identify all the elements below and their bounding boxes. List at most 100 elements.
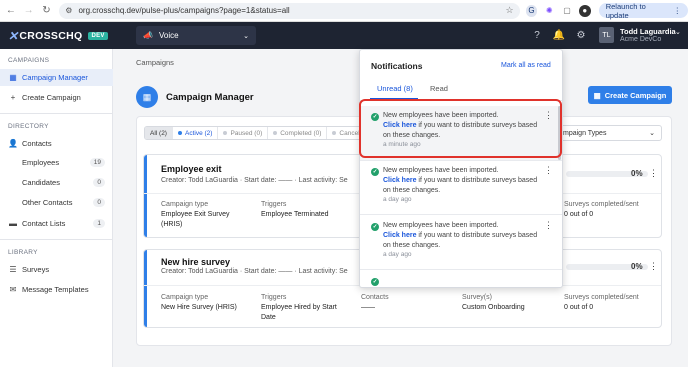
filter-active[interactable]: Active (2) xyxy=(173,127,219,139)
filter-paused[interactable]: Paused (0) xyxy=(218,127,269,139)
breadcrumb[interactable]: Campaigns xyxy=(136,58,174,67)
sidebar-item-label: Campaign Manager xyxy=(22,73,88,82)
create-campaign-label: Create Campaign xyxy=(604,90,667,100)
progress-percent: 0% xyxy=(631,262,643,271)
url-text: org.crosschq.dev/pulse-plus/campaigns?pa… xyxy=(78,6,290,15)
filter-label: Active (2) xyxy=(184,129,213,137)
sidebar-item-message-templates[interactable]: ✉ Message Templates xyxy=(0,281,113,298)
notification-time: a day ago xyxy=(383,251,412,258)
more-options-icon[interactable]: ⋮ xyxy=(544,165,553,176)
gear-icon[interactable]: ⚙ xyxy=(575,29,587,41)
section-title-library: LIBRARY xyxy=(8,249,38,256)
sidebar-item-create-campaign[interactable]: + Create Campaign xyxy=(0,89,113,106)
extension-puzzle-icon[interactable]: ✺ xyxy=(543,5,555,17)
help-icon[interactable]: ? xyxy=(531,29,543,41)
relaunch-label: Relaunch to update xyxy=(605,1,646,20)
notifications-title: Notifications xyxy=(371,61,423,71)
chevron-down-icon[interactable]: ⌄ xyxy=(675,28,681,36)
click-here-link[interactable]: Click here xyxy=(383,177,416,184)
count-badge: 0 xyxy=(93,198,105,207)
completed-header: Surveys completed/sent xyxy=(564,294,639,301)
campaign-meta: Creator: Todd LaGuardia · Start date: ——… xyxy=(161,177,348,184)
sidebar-item-label: Contacts xyxy=(22,139,52,148)
product-selector[interactable]: 📣 Voice ⌄ xyxy=(136,26,256,45)
status-dot xyxy=(177,131,182,135)
address-bar[interactable]: ⚙ org.crosschq.dev/pulse-plus/campaigns?… xyxy=(59,2,520,19)
extensions-icon[interactable]: ▢ xyxy=(561,5,573,17)
notification-item[interactable]: ✓ xyxy=(360,271,562,287)
status-filter: All (2) Active (2) Paused (0) Completed … xyxy=(144,126,371,140)
relaunch-button[interactable]: Relaunch to update ⋮ xyxy=(598,1,688,20)
sidebar-item-contacts[interactable]: 👤 Contacts xyxy=(0,135,113,152)
sidebar-item-label: Create Campaign xyxy=(22,93,81,102)
campaign-name[interactable]: Employee exit xyxy=(161,164,222,174)
list-icon: ☰ xyxy=(9,265,17,274)
filter-label: Completed (0) xyxy=(280,129,322,137)
click-here-link[interactable]: Click here xyxy=(383,232,416,239)
bookmark-star-icon[interactable]: ☆ xyxy=(505,5,513,16)
campaign-type-value: New Hire Survey (HRIS) xyxy=(161,304,237,311)
contacts-header: Contacts xyxy=(361,294,389,301)
calendar-icon: ▦ xyxy=(136,86,158,108)
status-dot xyxy=(273,131,278,135)
sidebar-item-surveys[interactable]: ☰ Surveys xyxy=(0,261,113,278)
section-title-campaigns: CAMPAIGNS xyxy=(8,57,50,64)
surveys-value: Custom Onboarding xyxy=(462,304,525,311)
campaign-type-select[interactable]: mpaign Types ⌄ xyxy=(556,125,662,141)
notification-item[interactable]: ✓ New employees have been imported. Clic… xyxy=(360,216,562,270)
reload-icon[interactable]: ↻ xyxy=(40,4,54,18)
completed-value: 0 out of 0 xyxy=(564,211,594,218)
megaphone-icon: 📣 xyxy=(143,31,153,40)
tab-read[interactable]: Read xyxy=(430,84,448,93)
campaign-type-value: Employee Exit Survey (HRIS) xyxy=(161,211,230,228)
divider xyxy=(360,269,562,270)
status-dot xyxy=(223,131,228,135)
check-circle-icon: ✓ xyxy=(371,168,379,176)
chevron-down-icon: ⌄ xyxy=(243,32,249,40)
extension-icon[interactable]: G xyxy=(525,4,538,17)
profile-avatar-icon[interactable]: ● xyxy=(578,4,591,17)
triggers-value: Employee Terminated xyxy=(261,211,329,218)
more-options-icon[interactable]: ⋮ xyxy=(649,168,658,179)
count-badge: 19 xyxy=(89,158,105,167)
sidebar-item-employees[interactable]: Employees 19 xyxy=(0,154,113,171)
sidebar-item-other-contacts[interactable]: Other Contacts 0 xyxy=(0,194,113,211)
sidebar-item-label: Candidates xyxy=(22,178,60,187)
creator: Creator: Todd LaGuardia xyxy=(161,177,238,184)
browser-toolbar: ← → ↻ ⚙ org.crosschq.dev/pulse-plus/camp… xyxy=(0,0,688,22)
browser-menu-icon[interactable]: ⋮ xyxy=(674,6,682,15)
campaign-icon: ▦ xyxy=(9,73,17,82)
campaign-type-header: Campaign type xyxy=(161,294,209,301)
forward-icon[interactable]: → xyxy=(22,4,36,18)
create-campaign-button[interactable]: ▦ Create Campaign xyxy=(588,86,672,104)
sidebar-item-label: Message Templates xyxy=(22,285,89,294)
site-info-icon[interactable]: ⚙ xyxy=(65,6,72,15)
notifications-panel: Notifications Mark all as read Unread (8… xyxy=(359,49,563,288)
tab-unread[interactable]: Unread (8) xyxy=(377,84,413,93)
sidebar-item-candidates[interactable]: Candidates 0 xyxy=(0,174,113,191)
filter-all[interactable]: All (2) xyxy=(145,127,173,139)
notification-item[interactable]: ✓ New employees have been imported. Clic… xyxy=(360,161,562,215)
accent-bar xyxy=(144,250,147,327)
more-options-icon[interactable]: ⋮ xyxy=(544,220,553,231)
bell-icon[interactable]: 🔔 xyxy=(553,29,565,41)
mark-all-read-link[interactable]: Mark all as read xyxy=(501,62,551,69)
envelope-icon: ✉ xyxy=(9,285,17,294)
filter-completed[interactable]: Completed (0) xyxy=(268,127,328,139)
sidebar-item-label: Employees xyxy=(22,158,60,167)
avatar[interactable]: TL xyxy=(599,27,614,43)
sidebar-item-contact-lists[interactable]: ▬ Contact Lists 1 xyxy=(0,215,113,232)
more-options-icon[interactable]: ⋮ xyxy=(649,261,658,272)
product-label: Voice xyxy=(158,31,179,40)
divider xyxy=(0,239,113,240)
sidebar-item-campaign-manager[interactable]: ▦ Campaign Manager xyxy=(0,69,113,86)
app-logo[interactable]: ✕ CROSSCHQ DEV xyxy=(8,29,108,43)
last-activity: Last activity: Se xyxy=(298,268,348,275)
calendar-plus-icon: ▦ xyxy=(593,90,601,100)
campaign-name[interactable]: New hire survey xyxy=(161,257,230,267)
back-icon[interactable]: ← xyxy=(4,4,18,18)
plus-icon: + xyxy=(10,93,16,102)
logo-mark-icon: ✕ xyxy=(8,28,19,43)
triggers-header: Triggers xyxy=(261,294,287,301)
user-name[interactable]: Todd Laguardia xyxy=(620,27,676,36)
